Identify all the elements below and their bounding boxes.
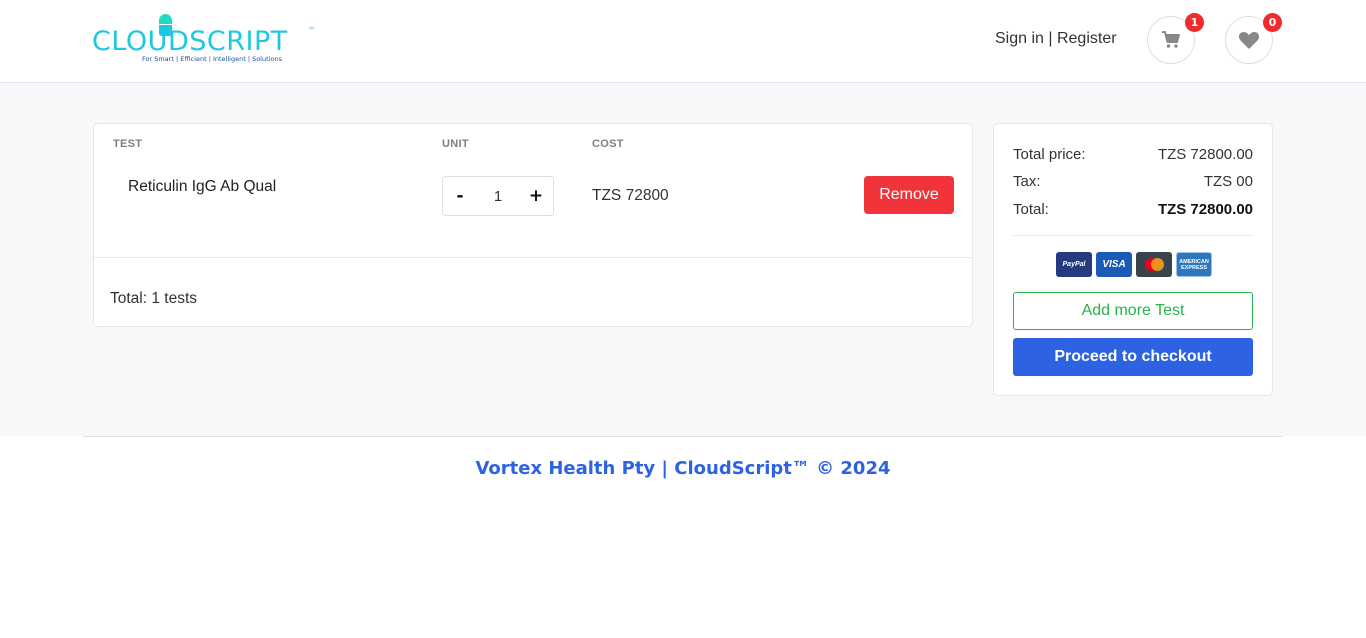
tax-label: Tax: [1013,173,1041,190]
top-header: CLOUDSCRIPT ™ For Smart | Efficient | In… [0,0,1366,83]
column-header-cost: COST [592,138,624,150]
logo-wordmark: CLOUDSCRIPT [92,26,288,57]
cart-item-cost: TZS 72800 [592,187,669,204]
heart-icon [1238,31,1260,49]
brand-logo[interactable]: CLOUDSCRIPT ™ For Smart | Efficient | In… [92,12,322,68]
total-price-label: Total price: [1013,146,1086,163]
logo-trademark: ™ [308,26,316,35]
visa-icon: VISA [1096,252,1132,277]
cart-total-tests: Total: 1 tests [110,290,198,307]
total-value: TZS 72800.00 [1157,201,1253,218]
summary-tax-row: Tax: TZS 00 [1013,173,1253,190]
cart-table-card: TEST UNIT COST Reticulin IgG Ab Qual - +… [93,123,973,327]
footer-divider [83,436,1283,437]
amex-icon: AMERICAN EXPRESS [1176,252,1212,277]
divider [94,257,972,258]
quantity-increase-button[interactable]: + [519,177,553,215]
quantity-input[interactable] [477,177,519,215]
add-more-test-button[interactable]: Add more Test [1013,292,1253,330]
summary-total-row: Total: TZS 72800.00 [1013,201,1253,218]
paypal-icon: PayPal [1056,252,1092,277]
footer-copyright: Vortex Health Pty | CloudScript™ © 2024 [475,458,891,479]
order-summary-card: Total price: TZS 72800.00 Tax: TZS 00 To… [993,123,1273,396]
cart-item-name: Reticulin IgG Ab Qual [128,178,277,195]
total-label: Total: [1013,201,1049,218]
auth-separator: | [1043,30,1057,47]
quantity-decrease-button[interactable]: - [443,177,477,215]
cart-button[interactable]: 1 [1147,13,1204,64]
cart-icon [1162,31,1180,48]
auth-links: Sign in | Register [995,30,1117,48]
tax-value: TZS 00 [1203,173,1253,190]
quantity-stepper: - + [442,176,554,216]
register-link[interactable]: Register [1057,30,1117,47]
remove-item-button[interactable]: Remove [864,176,954,214]
wishlist-count-badge: 0 [1263,13,1282,32]
total-price-value: TZS 72800.00 [1157,146,1253,163]
main-content: TEST UNIT COST Reticulin IgG Ab Qual - +… [0,83,1366,436]
payment-methods: PayPal VISA AMERICAN EXPRESS [1056,252,1212,277]
proceed-to-checkout-button[interactable]: Proceed to checkout [1013,338,1253,376]
summary-total-price-row: Total price: TZS 72800.00 [1013,146,1253,163]
mastercard-yellow-circle [1151,258,1164,271]
summary-divider [1013,235,1253,236]
column-header-unit: UNIT [442,138,469,150]
mastercard-icon [1136,252,1172,277]
logo-tagline: For Smart | Efficient | Intelligent | So… [142,55,282,63]
column-header-test: TEST [113,138,143,150]
wishlist-button[interactable]: 0 [1225,13,1282,64]
sign-in-link[interactable]: Sign in [995,30,1044,47]
cart-count-badge: 1 [1185,13,1204,32]
